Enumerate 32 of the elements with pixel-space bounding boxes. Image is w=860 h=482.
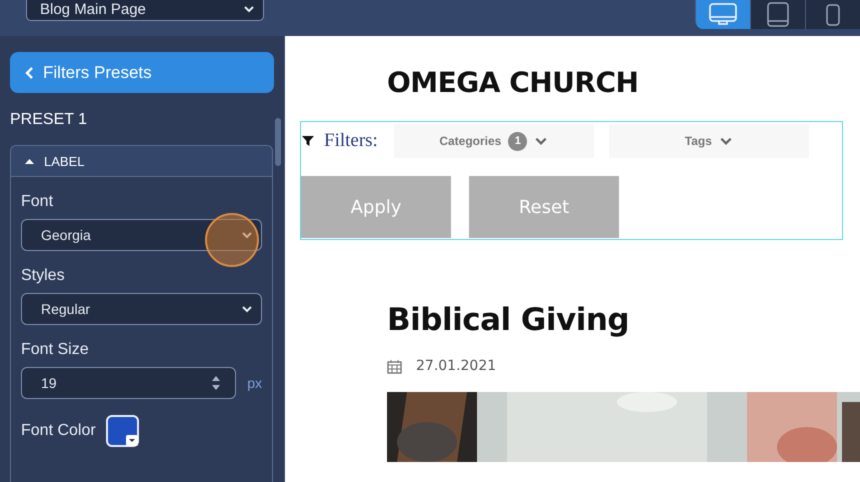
device-button[interactable]	[750, 0, 805, 29]
chevron-left-icon	[24, 66, 34, 80]
field-label: Font Size	[21, 341, 90, 359]
filter-dropdown[interactable]: Categories 1	[394, 124, 594, 158]
number-field[interactable]: 19	[21, 367, 236, 399]
device-button[interactable]	[695, 0, 750, 29]
color-swatch[interactable]	[106, 415, 139, 447]
select-field[interactable]: Georgia	[21, 219, 262, 251]
scrollbar[interactable]	[275, 118, 281, 166]
post-date: 27.01.2021	[416, 358, 496, 374]
select-field[interactable]: Regular	[21, 293, 262, 325]
field-label: Font Color	[21, 422, 96, 440]
unit-label: px	[247, 375, 262, 391]
field-label: Styles	[21, 267, 66, 285]
post-title: Biblical Giving	[387, 302, 630, 338]
calendar-icon	[387, 358, 402, 374]
phone-icon	[826, 4, 840, 26]
filter-icon	[302, 135, 314, 147]
click-indicator	[205, 213, 259, 267]
field-label: Font	[21, 193, 54, 211]
caret-icon	[25, 158, 34, 164]
filters-label: Filters:	[324, 130, 378, 152]
section-header[interactable]: LABEL	[11, 146, 272, 177]
count-badge: 1	[508, 132, 528, 150]
page-select[interactable]: Blog Main Page	[26, 0, 264, 21]
tablet-icon	[766, 2, 790, 28]
preset-heading: PRESET 1	[10, 111, 88, 129]
back-button[interactable]: Filters Presets	[10, 52, 274, 93]
device-button[interactable]	[805, 0, 860, 29]
site-title: OMEGA CHURCH	[387, 66, 640, 99]
filter-dropdown[interactable]: Tags	[608, 124, 809, 158]
monitor-icon	[708, 2, 738, 26]
